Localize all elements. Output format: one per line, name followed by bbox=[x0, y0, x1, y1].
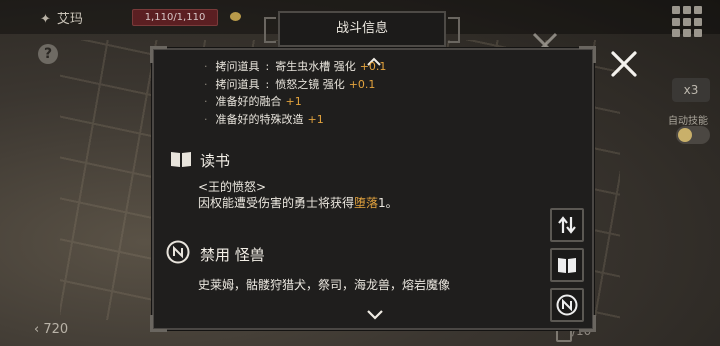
ban-icon bbox=[166, 240, 190, 264]
auto-skill-toggle[interactable] bbox=[676, 126, 710, 144]
banned-monsters-list: 史莱姆，骷髅狩猎犬，祭司，海龙兽，熔岩魔像 bbox=[198, 278, 451, 292]
bonus-list: · 拷问道具: 寄生虫水槽 强化 +0.1 · 拷问道具: 愤怒之镜 强化 +0.1 · 准备… bbox=[204, 58, 386, 128]
resource-counter: ‹ 720 bbox=[34, 322, 68, 337]
player-name: 艾玛 bbox=[56, 12, 83, 27]
hp-bar: 1,110/1,110 bbox=[132, 9, 218, 26]
grid-menu-icon[interactable] bbox=[672, 6, 704, 38]
book-icon bbox=[171, 152, 191, 167]
help-button[interactable]: ? bbox=[38, 44, 58, 64]
ban-button[interactable] bbox=[550, 288, 584, 322]
speed-button[interactable]: x3 bbox=[672, 78, 710, 102]
book-effect: 因权能遭受伤害的勇士将获得堕落1。 bbox=[198, 196, 398, 210]
coin-icon bbox=[230, 12, 241, 21]
panel-title: 战斗信息 bbox=[264, 11, 460, 47]
bonus-row: · 拷问道具: 愤怒之镜 强化 +0.1 bbox=[204, 77, 376, 91]
bonus-row: · 准备好的特殊改造 +1 bbox=[204, 112, 324, 126]
bonus-row: · 准备好的融合 +1 bbox=[204, 95, 302, 108]
player-info: ✦ 艾玛 bbox=[40, 8, 83, 27]
book-name: <王的愤怒> bbox=[198, 180, 267, 194]
back-chevron-icon: ‹ bbox=[34, 322, 40, 337]
auto-skill-label: 自动技能 bbox=[668, 116, 708, 127]
resource-count: 720 bbox=[43, 322, 69, 337]
book-button[interactable] bbox=[550, 248, 584, 282]
ban-icon bbox=[556, 294, 578, 316]
star-icon: ✦ bbox=[40, 12, 51, 27]
reading-title: 读书 bbox=[200, 152, 231, 170]
swap-arrows-icon bbox=[558, 216, 576, 234]
swap-button[interactable] bbox=[550, 208, 584, 242]
close-icon[interactable] bbox=[608, 48, 640, 80]
book-icon bbox=[558, 258, 576, 273]
bonus-row: · 拷问道具: 寄生虫水槽 强化 +0.1 bbox=[204, 60, 387, 73]
ban-title: 禁用 怪兽 bbox=[200, 246, 265, 264]
scroll-down-icon[interactable] bbox=[366, 308, 384, 320]
